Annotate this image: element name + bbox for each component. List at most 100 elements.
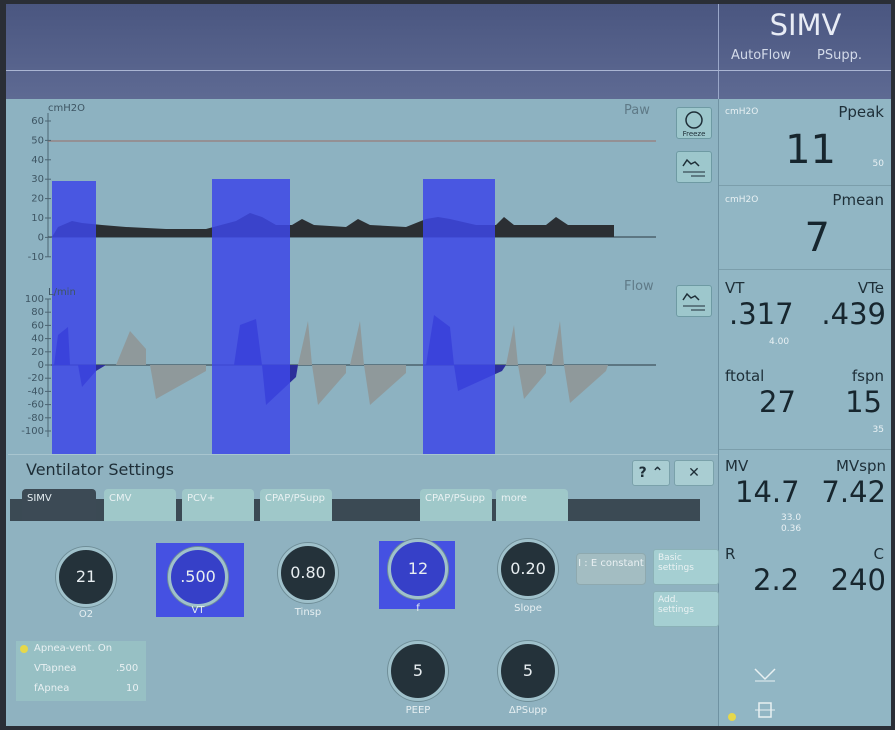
patient-lock-icon[interactable] (753, 699, 777, 725)
pmean-label: Pmean (832, 191, 884, 209)
waveform-area: 60 50 40 30 20 10 0 -10 100 80 60 40 20 0 -20 -40 -60 -8… (6, 99, 718, 459)
ftotal-label: ftotal (725, 367, 765, 385)
tab-cmv[interactable]: CMV (104, 489, 176, 521)
paw-tick-label: 20 (31, 194, 44, 205)
flow-tick-label: 40 (31, 334, 44, 345)
close-icon: ✕ (688, 465, 700, 481)
apnea-f-label: fApnea (34, 683, 70, 694)
flow-tick-label: -80 (28, 413, 44, 424)
paw-tick-label: 30 (31, 174, 44, 185)
header-divider (6, 70, 891, 71)
paw-tick-label: 40 (31, 155, 44, 166)
ventilator-settings-dialog: Ventilator Settings ? ⌃ ✕ SIMV CMV PCV+ … (8, 454, 719, 726)
paw-waveform (52, 213, 614, 237)
caret-up-icon: ⌃ (651, 465, 664, 481)
tab-pcv[interactable]: PCV+ (182, 489, 254, 521)
meas-divider (719, 449, 891, 450)
additional-settings-tab[interactable]: Add. settings (653, 591, 719, 627)
delta-psupp-label: ΔPSupp (508, 705, 548, 716)
vt-setting-label: VT (191, 605, 205, 616)
mode-autoflow: AutoFlow (731, 48, 791, 63)
tab-simv[interactable]: SIMV (22, 489, 96, 521)
flow-unit: L/min (48, 287, 76, 298)
flow-waveform (54, 315, 608, 405)
ftotal-value: 27 (759, 385, 796, 419)
paw-tick-label: 0 (38, 232, 44, 243)
apnea-title: Apnea-vent. On (34, 643, 113, 654)
c-value: 240 (830, 563, 886, 597)
status-dot-icon (727, 707, 737, 726)
f-knob[interactable]: 12 (388, 539, 448, 599)
waveform-config-icon (682, 158, 705, 177)
paw-tick-label: -10 (28, 252, 44, 263)
mvspn-label: MVspn (835, 457, 886, 475)
apnea-indicator-icon (20, 645, 28, 653)
paw-display-config-button[interactable] (676, 151, 712, 183)
ventilator-screen: SIMV AutoFlow PSupp. 60 50 40 30 20 10 0 -10 10… (6, 4, 891, 726)
slope-knob[interactable]: 0.20 (498, 539, 558, 599)
help-icon: ? (638, 465, 647, 481)
flow-tick-label: 60 (31, 320, 44, 331)
highlight-breath-2 (212, 179, 290, 459)
flow-tick-label: -40 (28, 386, 44, 397)
ie-constant-button[interactable]: I : E constant (576, 553, 646, 585)
tab-cpap-psupp[interactable]: CPAP/PSupp (260, 489, 332, 521)
basic-settings-panel: 21 O2 .500 VT 0.80 Tinsp 12 f 0.20 Slope… (8, 521, 653, 726)
flow-tick-label: 100 (25, 294, 44, 305)
ppeak-value: 11 (785, 127, 836, 173)
mode-psupp: PSupp. (817, 48, 862, 63)
vt-label: VT (725, 279, 745, 297)
slope-label: Slope (514, 603, 542, 614)
flow-tick-label: -60 (28, 400, 44, 411)
fspn-value: 15 (845, 385, 882, 419)
o2-label: O2 (78, 609, 94, 620)
settings-title: Ventilator Settings (26, 460, 175, 479)
flow-tick-label: -100 (21, 426, 44, 437)
mv-value: 14.7 (735, 475, 800, 509)
highlight-breath-1 (52, 181, 96, 459)
freeze-button[interactable]: Freeze (676, 107, 712, 139)
highlight-breath-3 (423, 179, 495, 459)
paw-label: Paw (624, 103, 650, 118)
tinsp-knob[interactable]: 0.80 (278, 543, 338, 603)
mvspn-value: 7.42 (821, 475, 886, 509)
paw-tick-label: 50 (31, 135, 44, 146)
apnea-ventilation-box[interactable]: Apnea-vent. On VTapnea .500 fApnea 10 (16, 641, 146, 701)
meas-divider (719, 269, 891, 270)
measurements-panel: cmH2O Ppeak 11 50 cmH2O Pmean 7 VT VTe .… (718, 99, 891, 726)
fspn-label: fspn (851, 367, 884, 385)
apnea-vt-value: .500 (116, 663, 139, 674)
flow-tick-label: 0 (38, 360, 44, 371)
vt-value: .317 (729, 297, 794, 331)
tab-cpap-psupp-2[interactable]: CPAP/PSupp (420, 489, 492, 521)
basic-settings-tab[interactable]: Basic settings (653, 549, 719, 585)
vt-knob[interactable]: .500 (168, 547, 228, 607)
vt-limit: 4.00 (769, 337, 790, 347)
tab-more[interactable]: more (496, 489, 568, 521)
o2-knob[interactable]: 21 (56, 547, 116, 607)
pmean-value: 7 (804, 215, 830, 261)
help-button[interactable]: ? ⌃ (632, 460, 670, 486)
flow-display-config-button[interactable] (676, 285, 712, 317)
meas-divider (719, 185, 891, 186)
flow-tick-label: 20 (31, 347, 44, 358)
ppeak-label: Ppeak (838, 103, 884, 121)
alarm-silence-icon[interactable] (753, 667, 777, 687)
header-bar: SIMV AutoFlow PSupp. (6, 4, 891, 99)
mv-label: MV (725, 457, 749, 475)
mv-limit-high: 33.0 (781, 513, 802, 523)
flow-tick-label: -20 (28, 373, 44, 384)
vte-value: .439 (821, 297, 886, 331)
apnea-f-value: 10 (126, 683, 139, 694)
ppeak-limit: 50 (872, 159, 884, 169)
vte-label: VTe (857, 279, 884, 297)
paw-tick-label: 10 (31, 213, 44, 224)
peep-label: PEEP (405, 705, 431, 716)
close-button[interactable]: ✕ (674, 460, 714, 486)
delta-psupp-knob[interactable]: 5 (498, 641, 558, 701)
mode-panel[interactable]: SIMV AutoFlow PSupp. (718, 4, 891, 99)
pmean-unit: cmH2O (725, 195, 759, 205)
fspn-limit: 35 (872, 425, 884, 435)
peep-knob[interactable]: 5 (388, 641, 448, 701)
f-label: f (416, 603, 420, 614)
